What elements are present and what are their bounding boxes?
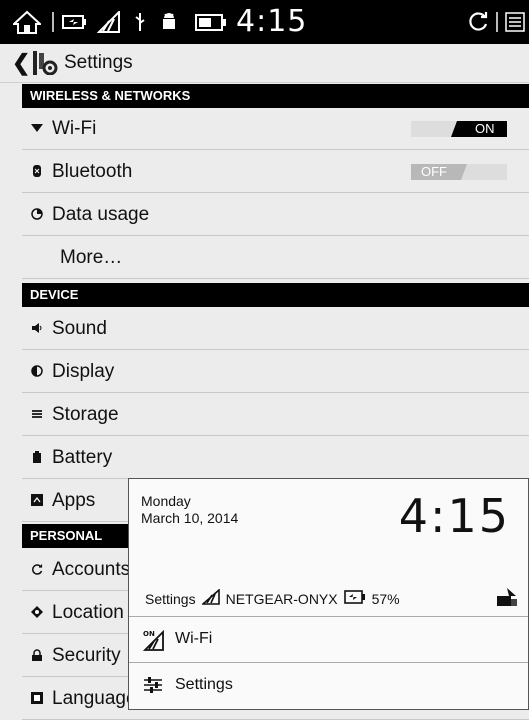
wifi-icon <box>30 121 44 135</box>
battery-icon <box>194 10 228 34</box>
notification-full-date: March 10, 2014 <box>141 510 239 526</box>
apps-icon <box>30 493 44 507</box>
data-usage-icon <box>30 207 44 221</box>
status-clock: 4:15 <box>236 4 308 39</box>
section-device: DEVICE <box>22 283 529 307</box>
notification-day: Monday <box>141 493 191 509</box>
notification-settings-label: Settings <box>175 676 233 693</box>
row-label: More… <box>60 247 123 268</box>
row-label: Sound <box>52 318 107 339</box>
network-name: NETGEAR-ONYX <box>225 590 338 607</box>
section-wireless: WIRELESS & NETWORKS <box>22 84 529 108</box>
row-label: Display <box>52 361 115 382</box>
notification-wifi-label: Wi-Fi <box>175 630 213 647</box>
home-icon[interactable] <box>12 10 42 34</box>
notification-settings-row[interactable]: Settings <box>129 662 528 708</box>
row-label: Language <box>52 688 137 709</box>
accounts-icon <box>30 562 44 576</box>
wifi-signal-icon <box>96 10 122 34</box>
bluetooth-toggle-label: OFF <box>421 164 447 179</box>
row-more[interactable]: More… <box>22 237 529 279</box>
usb-icon <box>132 10 148 34</box>
notification-status-line: Settings NETGEAR-ONYX 57% <box>145 588 400 608</box>
back-icon[interactable]: ❮ <box>12 50 30 76</box>
notification-date: Monday March 10, 2014 <box>141 493 238 527</box>
sound-icon <box>30 321 44 335</box>
row-label: Data usage <box>52 204 150 225</box>
row-label: Security <box>52 645 121 666</box>
wifi-toggle[interactable]: ON <box>411 119 507 139</box>
settings-tools-icon <box>30 51 58 76</box>
lock-icon <box>30 648 44 662</box>
android-debug-icon <box>160 10 178 34</box>
refresh-icon[interactable] <box>466 10 490 34</box>
battery-charging-icon <box>343 590 366 607</box>
row-label: Bluetooth <box>52 161 133 182</box>
location-icon <box>30 605 44 619</box>
battery-percent: 57% <box>371 590 400 607</box>
row-battery[interactable]: Battery <box>22 437 529 479</box>
wifi-signal-icon <box>200 588 220 608</box>
bluetooth-toggle[interactable]: OFF <box>411 162 507 182</box>
row-label: Apps <box>52 490 96 511</box>
row-label: Wi-Fi <box>52 118 97 139</box>
row-storage[interactable]: Storage <box>22 394 529 436</box>
row-label: Accounts <box>52 559 131 580</box>
row-bluetooth[interactable]: Bluetooth OFF <box>22 151 529 193</box>
notification-clock: 4:15 <box>398 489 510 543</box>
row-display[interactable]: Display <box>22 351 529 393</box>
menu-icon[interactable] <box>504 10 526 34</box>
row-label: Battery <box>52 447 113 468</box>
language-icon <box>30 691 44 705</box>
action-bar: ❮ Settings <box>0 44 529 83</box>
wifi-toggle-label: ON <box>475 121 495 136</box>
battery-setting-icon <box>30 450 44 464</box>
quick-settings-link[interactable]: Settings <box>145 591 196 607</box>
svg-text:ON: ON <box>143 630 155 638</box>
notification-settings-icon[interactable] <box>496 587 518 612</box>
row-label: Location <box>52 602 124 623</box>
battery-charging-icon <box>62 10 88 34</box>
notification-panel: Monday March 10, 2014 4:15 Settings NETG… <box>128 478 529 710</box>
row-label: Storage <box>52 404 119 425</box>
row-data-usage[interactable]: Data usage <box>22 194 529 236</box>
bluetooth-icon <box>30 164 44 178</box>
row-wifi[interactable]: Wi-Fi ON <box>22 108 529 150</box>
row-sound[interactable]: Sound <box>22 308 529 350</box>
status-bar: 4:15 <box>0 0 529 44</box>
notification-wifi-row[interactable]: ON Wi-Fi <box>129 616 528 662</box>
sliders-icon <box>143 675 163 695</box>
wifi-toggle-icon: ON <box>142 629 164 651</box>
page-title[interactable]: Settings <box>64 52 133 74</box>
display-icon <box>30 364 44 378</box>
storage-icon <box>30 407 44 421</box>
